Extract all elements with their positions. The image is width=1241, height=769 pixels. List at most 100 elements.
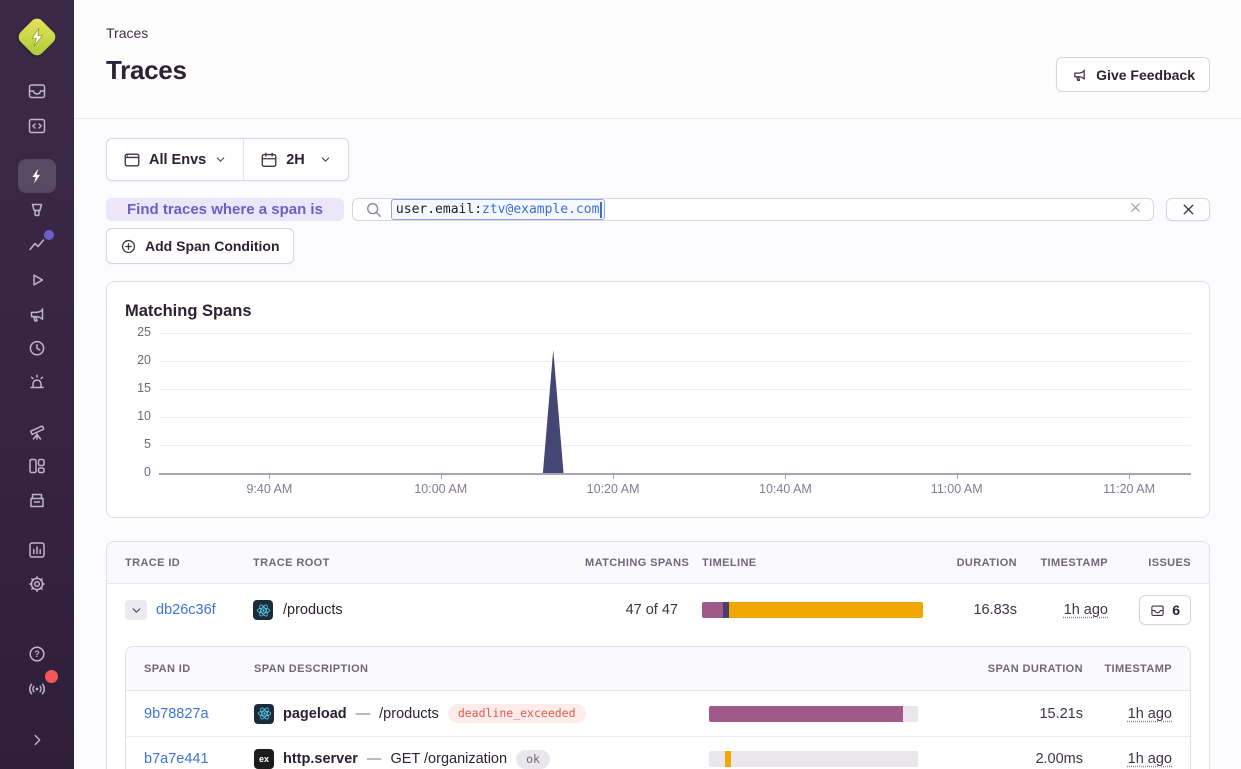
x-axis-tick-label: 10:00 AM: [414, 482, 467, 496]
lightning-icon: [27, 166, 47, 186]
trace-issues-button[interactable]: 6: [1139, 595, 1191, 625]
trace-duration: 16.83s: [947, 602, 1033, 618]
col-timeline: Timeline: [702, 557, 947, 569]
sidebar-item-replays[interactable]: [18, 263, 56, 297]
sidebar-item-traces[interactable]: [18, 159, 56, 193]
play-icon: [27, 270, 47, 290]
breadcrumb[interactable]: Traces: [106, 25, 1210, 41]
span-duration: 15.21s: [944, 706, 1083, 722]
x-axis-tick-label: 11:20 AM: [1103, 482, 1155, 496]
search-filter-token[interactable]: user.email:ztv@example.com: [391, 199, 606, 220]
span-status-badge: deadline_exceeded: [448, 704, 586, 723]
y-axis-tick-label: 25: [125, 325, 151, 339]
close-icon: [1180, 201, 1197, 218]
remove-condition-button[interactable]: [1166, 198, 1210, 221]
app-logo[interactable]: [19, 19, 55, 55]
sidebar-item-projects[interactable]: [18, 109, 56, 143]
span-search-input[interactable]: user.email:ztv@example.com: [352, 198, 1154, 221]
calendar-icon: [260, 151, 278, 169]
sidebar-item-spotlight[interactable]: [18, 193, 56, 227]
sidebar-item-feedback[interactable]: [18, 297, 56, 331]
sidebar-item-crons[interactable]: [18, 331, 56, 365]
spans-table-header: Span ID Span Description Span Duration T…: [126, 647, 1190, 691]
x-axis-tick: [1129, 474, 1130, 479]
time-range-label: 2H: [286, 152, 305, 168]
sidebar-collapse-toggle[interactable]: [18, 723, 56, 757]
span-id-link[interactable]: 9b78827a: [144, 706, 254, 722]
matching-spans-chart-panel: Matching Spans 05101520259:40 AM10:00 AM…: [106, 281, 1210, 518]
span-op: http.server: [283, 751, 358, 767]
span-timestamp[interactable]: 1h ago: [1128, 751, 1172, 767]
span-duration: 2.00ms: [944, 751, 1083, 767]
trace-issues-count: 6: [1172, 602, 1180, 618]
timeline-segment: [709, 706, 903, 722]
add-span-condition-button[interactable]: Add Span Condition: [106, 228, 294, 264]
sidebar-item-settings[interactable]: [18, 567, 56, 601]
x-axis-tick-label: 9:40 AM: [246, 482, 292, 496]
express-icon: ex: [254, 749, 274, 769]
window-icon: [123, 151, 141, 169]
main-area: Traces Traces Give Feedback All Envs 2H: [74, 0, 1241, 769]
x-axis-tick: [441, 474, 442, 479]
x-axis-tick: [785, 474, 786, 479]
x-axis-tick-label: 11:00 AM: [931, 482, 983, 496]
area-series: [159, 333, 1191, 473]
spotlight-icon: [27, 200, 47, 220]
col-timestamp: Timestamp: [1033, 557, 1128, 569]
clear-search-button[interactable]: [1128, 200, 1143, 220]
sidebar-item-insights[interactable]: [18, 227, 56, 261]
plus-circle-icon: [120, 238, 137, 255]
spans-table: Span ID Span Description Span Duration T…: [125, 646, 1191, 769]
separator: —: [356, 706, 371, 722]
give-feedback-label: Give Feedback: [1096, 67, 1195, 83]
logo-lightning-icon: [19, 19, 55, 55]
sidebar-item-issues[interactable]: [18, 74, 56, 108]
y-axis-tick-label: 15: [125, 381, 151, 395]
close-icon: [1128, 200, 1143, 215]
x-axis-line: [159, 473, 1191, 475]
matching-spans-chart: 05101520259:40 AM10:00 AM10:20 AM10:40 A…: [125, 325, 1191, 503]
sidebar-item-help[interactable]: ?: [18, 637, 56, 671]
filter-group: All Envs 2H: [106, 138, 349, 181]
span-row: b7a7e441 ex http.server — GET /organizat…: [126, 736, 1190, 769]
sidebar-item-alerts[interactable]: [18, 365, 56, 399]
sidebar-item-whats-new[interactable]: [18, 671, 56, 705]
express-icon-text: ex: [259, 754, 269, 764]
trace-timestamp[interactable]: 1h ago: [1064, 602, 1108, 618]
issues-icon: [27, 81, 47, 101]
gear-icon: [27, 574, 47, 594]
react-icon: [254, 704, 274, 724]
page-title: Traces: [106, 55, 1210, 86]
y-axis-tick-label: 0: [125, 465, 151, 479]
span-timestamp[interactable]: 1h ago: [1128, 706, 1172, 722]
trace-id-link[interactable]: db26c36f: [156, 602, 216, 618]
span-description: /products: [379, 706, 439, 722]
span-condition-row: Find traces where a span is user.email:z…: [106, 198, 1210, 221]
add-span-condition-label: Add Span Condition: [145, 238, 280, 254]
environment-filter[interactable]: All Envs: [107, 139, 243, 180]
x-axis-tick-label: 10:20 AM: [587, 482, 640, 496]
col-trace-id: Trace ID: [125, 557, 253, 569]
col-duration: Duration: [947, 557, 1033, 569]
code-folder-icon: [27, 116, 47, 136]
chevron-down-icon: [319, 153, 332, 166]
telescope-icon: [27, 422, 47, 442]
time-range-filter[interactable]: 2H: [243, 139, 348, 180]
chart-title: Matching Spans: [125, 302, 1191, 321]
megaphone-icon: [1071, 66, 1088, 83]
span-id-link[interactable]: b7a7e441: [144, 751, 254, 767]
collapse-trace-button[interactable]: [125, 600, 147, 620]
sidebar-item-releases[interactable]: [18, 483, 56, 517]
y-axis-tick-label: 10: [125, 409, 151, 423]
sidebar-item-dashboards[interactable]: [18, 449, 56, 483]
sidebar-item-stats[interactable]: [18, 533, 56, 567]
sidebar-item-discover[interactable]: [18, 415, 56, 449]
x-axis-tick: [269, 474, 270, 479]
span-op: pageload: [283, 706, 347, 722]
col-span-description: Span Description: [254, 663, 709, 675]
environment-filter-label: All Envs: [149, 152, 206, 168]
chevron-down-icon: [214, 153, 227, 166]
sidebar: ?: [0, 0, 74, 769]
give-feedback-button[interactable]: Give Feedback: [1056, 57, 1210, 92]
col-span-duration: Span Duration: [944, 663, 1083, 675]
